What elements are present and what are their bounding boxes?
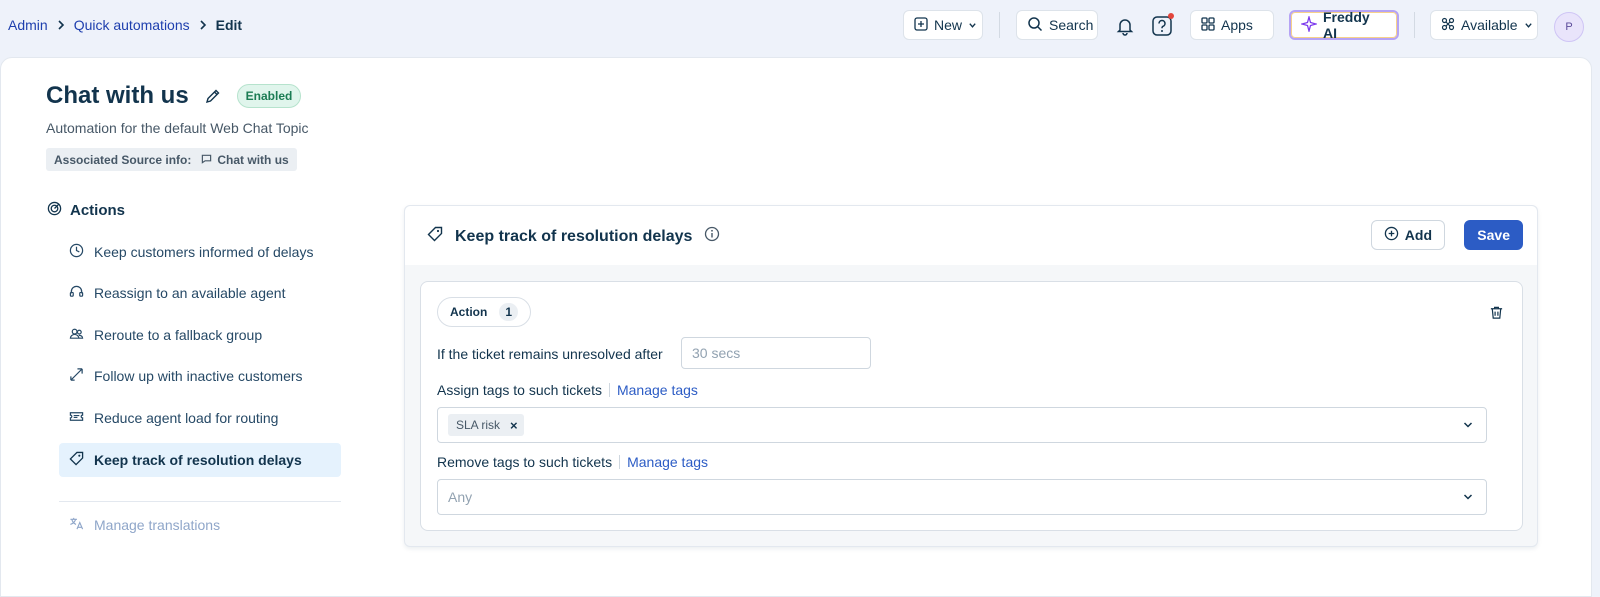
- sidebar-item-reassign-agent[interactable]: Reassign to an available agent: [59, 276, 341, 310]
- breadcrumb-admin[interactable]: Admin: [8, 17, 48, 33]
- chevron-down-icon: [968, 17, 977, 33]
- sidebar-item-reroute-fallback[interactable]: Reroute to a fallback group: [59, 318, 341, 352]
- chevron-right-icon: [56, 17, 66, 33]
- add-button[interactable]: Add: [1370, 220, 1445, 250]
- plus-square-icon: [914, 16, 928, 34]
- assign-tags-label: Assign tags to such tickets: [437, 382, 602, 398]
- search-button[interactable]: Search: [1016, 10, 1098, 40]
- trash-icon[interactable]: [1486, 302, 1506, 322]
- remove-tags-label-row: Remove tags to such tickets Manage tags: [437, 454, 708, 470]
- clock-icon: [69, 243, 84, 261]
- sidebar-item-label: Keep track of resolution delays: [94, 452, 302, 468]
- sparkle-icon: [1299, 14, 1319, 35]
- page-subtitle: Automation for the default Web Chat Topi…: [46, 120, 309, 136]
- action-card: Keep track of resolution delays Add Save…: [404, 205, 1538, 547]
- action-chip-label: Action: [450, 305, 488, 319]
- assign-tags-select[interactable]: SLA risk ×: [437, 407, 1487, 443]
- unresolved-duration-input[interactable]: [681, 337, 871, 369]
- availability-dropdown[interactable]: Available: [1430, 10, 1538, 40]
- freddy-label: Freddy AI: [1323, 9, 1370, 41]
- breadcrumb-quick-automations[interactable]: Quick automations: [74, 17, 190, 33]
- source-label: Associated Source info:: [54, 152, 192, 167]
- separator: [608, 383, 610, 397]
- new-label: New: [934, 17, 963, 33]
- save-button[interactable]: Save: [1464, 220, 1523, 250]
- add-label: Add: [1404, 227, 1432, 243]
- main-panel: Chat with us Enabled Automation for the …: [0, 57, 1592, 597]
- assign-tags-label-row: Assign tags to such tickets Manage tags: [437, 382, 698, 398]
- help-icon[interactable]: [1148, 12, 1176, 40]
- chat-icon: [201, 153, 212, 167]
- sidebar-item-label: Keep customers informed of delays: [94, 244, 314, 260]
- manage-tags-link[interactable]: Manage tags: [617, 382, 698, 398]
- chevron-down-icon: [1524, 17, 1533, 33]
- unresolved-label: If the ticket remains unresolved after: [437, 346, 663, 362]
- breadcrumb: Admin Quick automations Edit: [8, 17, 242, 33]
- action-block: Action 1 If the ticket remains unresolve…: [420, 281, 1523, 531]
- search-label: Search: [1049, 17, 1094, 33]
- card-header: Keep track of resolution delays Add Save: [405, 206, 1537, 265]
- tag-icon: [427, 226, 443, 247]
- sidebar-item-label: Manage translations: [94, 517, 221, 533]
- apps-label: Apps: [1221, 17, 1253, 33]
- notification-dot: [1168, 13, 1174, 19]
- card-title: Keep track of resolution delays: [455, 227, 693, 245]
- availability-label: Available: [1461, 17, 1518, 33]
- chevron-down-icon: [1463, 494, 1473, 500]
- page-title: Chat with us: [46, 82, 189, 109]
- chevron-down-icon: [1463, 422, 1473, 428]
- tag-icon: [69, 451, 84, 469]
- info-icon[interactable]: [704, 226, 720, 247]
- sidebar-item-label: Reduce agent load for routing: [94, 410, 279, 426]
- command-icon: [1441, 17, 1455, 34]
- manage-tags-link[interactable]: Manage tags: [627, 454, 708, 470]
- sidebar-item-keep-customers-informed[interactable]: Keep customers informed of delays: [59, 235, 341, 269]
- status-badge: Enabled: [236, 84, 302, 108]
- sidebar-item-manage-translations[interactable]: Manage translations: [59, 508, 341, 542]
- actions-label: Actions: [70, 202, 126, 219]
- divider: [1414, 12, 1415, 38]
- close-icon[interactable]: ×: [510, 418, 518, 433]
- translate-icon: [69, 516, 84, 534]
- grid-icon: [1201, 16, 1215, 34]
- sidebar-divider: [59, 501, 341, 502]
- chevron-right-icon: [198, 17, 208, 33]
- actions-heading: Actions: [47, 201, 125, 220]
- title-row: Chat with us Enabled: [46, 82, 302, 110]
- sidebar-item-reduce-agent-load[interactable]: Reduce agent load for routing: [59, 401, 341, 435]
- headset-icon: [69, 284, 84, 302]
- sidebar-item-label: Reassign to an available agent: [94, 285, 286, 301]
- remove-tags-placeholder: Any: [448, 489, 473, 505]
- sidebar-item-label: Reroute to a fallback group: [94, 327, 263, 343]
- remove-tags-label: Remove tags to such tickets: [437, 454, 613, 470]
- ticket-icon: [69, 409, 84, 427]
- sidebar-item-keep-track-resolution[interactable]: Keep track of resolution delays: [59, 443, 341, 477]
- tag-chip: SLA risk ×: [448, 414, 524, 436]
- remove-tags-select[interactable]: Any: [437, 479, 1487, 515]
- apps-button[interactable]: Apps: [1190, 10, 1274, 40]
- source-value: Chat with us: [217, 152, 289, 167]
- bell-icon[interactable]: [1111, 12, 1139, 40]
- pencil-icon[interactable]: [203, 86, 223, 106]
- group-icon: [69, 326, 84, 344]
- freddy-ai-button[interactable]: Freddy AI: [1289, 9, 1399, 41]
- tag-chip-label: SLA risk: [456, 418, 501, 432]
- action-chip: Action 1: [437, 297, 532, 327]
- action-chip-number: 1: [499, 303, 519, 321]
- actions-icon: [47, 201, 62, 220]
- sidebar-item-follow-up-inactive[interactable]: Follow up with inactive customers: [59, 359, 341, 393]
- avatar[interactable]: P: [1554, 12, 1584, 42]
- separator: [619, 455, 621, 469]
- search-icon: [1027, 16, 1043, 35]
- top-bar: Admin Quick automations Edit New Search: [0, 0, 1600, 52]
- breadcrumb-current: Edit: [215, 17, 243, 33]
- sidebar-item-label: Follow up with inactive customers: [94, 368, 303, 384]
- source-info-pill: Associated Source info: Chat with us: [46, 148, 297, 171]
- new-button[interactable]: New: [903, 10, 983, 40]
- plus-circle-icon: [1384, 226, 1399, 244]
- arrows-icon: [69, 367, 84, 385]
- divider: [999, 12, 1000, 38]
